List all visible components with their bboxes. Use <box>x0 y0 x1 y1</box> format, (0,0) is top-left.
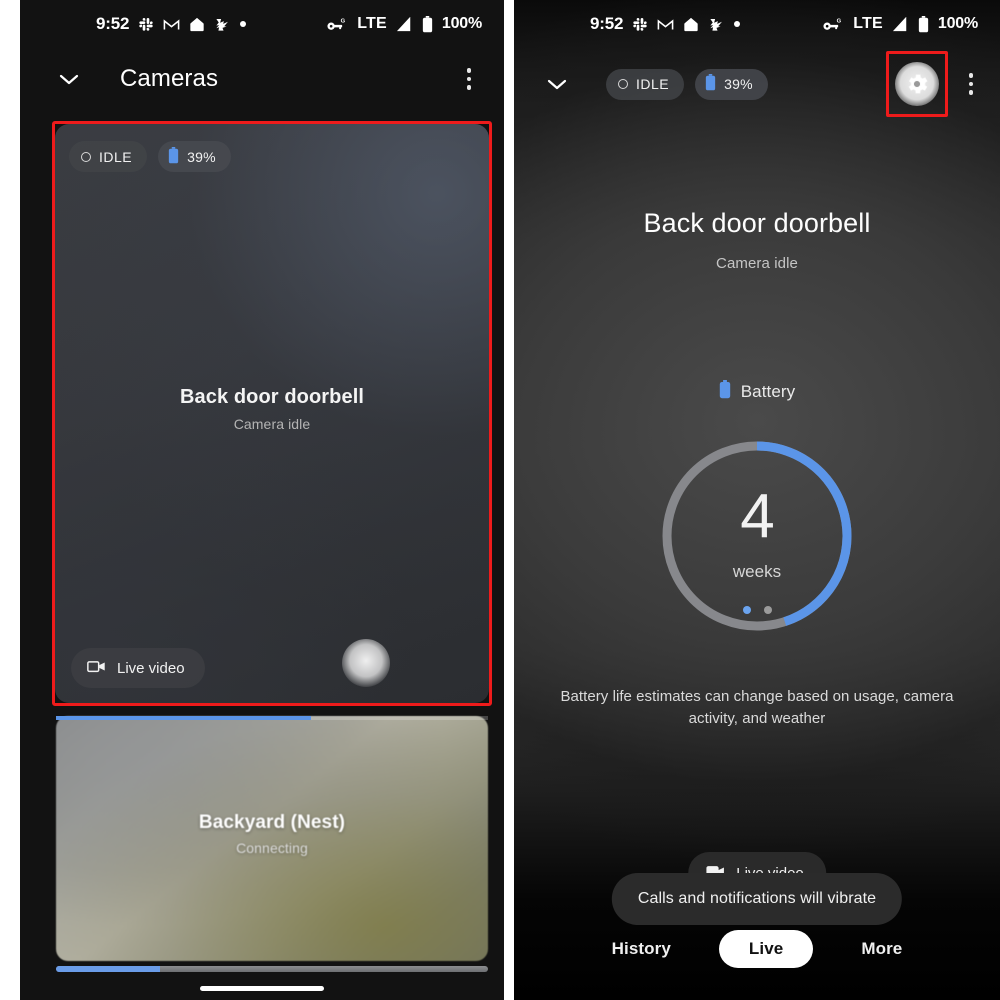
status-bar-clock-2: 9:52 <box>590 14 624 33</box>
svg-text:G: G <box>341 19 346 25</box>
left-phone-screen: 9:52 G LTE 100% Cameras IDLE 39% Back do… <box>20 0 504 1000</box>
battery-badge-label-2: 39% <box>724 76 753 92</box>
app-icon <box>214 17 231 32</box>
battery-icon <box>168 146 179 167</box>
battery-weeks-unit: weeks <box>732 562 782 581</box>
status-badge-label: IDLE <box>99 148 133 165</box>
home-indicator[interactable] <box>200 986 324 991</box>
tap-indicator-dot <box>342 639 390 687</box>
page-scroll-progress[interactable] <box>56 966 488 972</box>
kebab-menu-icon[interactable] <box>958 69 984 99</box>
camera-card-2-center-text: Backyard (Nest) Connecting <box>56 812 488 856</box>
camera-status-2: Connecting <box>236 840 308 856</box>
battery-percent-label: 100% <box>441 15 482 32</box>
signal-icon <box>892 16 909 32</box>
battery-note: Battery life estimates can change based … <box>560 688 954 727</box>
battery-life-ring: 4 weeks <box>657 436 857 636</box>
status-bar-left-group-2: 9:52 <box>532 14 741 34</box>
status-badge-idle-2: IDLE <box>606 68 685 100</box>
idle-circle-icon <box>618 79 628 89</box>
right-app-bar: IDLE 39% <box>514 48 1000 120</box>
status-badge-label-2: IDLE <box>636 76 670 92</box>
signal-icon <box>396 16 413 32</box>
nav-item-more[interactable]: More <box>857 933 906 965</box>
battery-heading-label: Battery <box>740 382 796 401</box>
settings-button[interactable] <box>886 51 948 117</box>
camera-status: Camera idle <box>233 416 311 432</box>
camera-card-backyard-nest[interactable]: Backyard (Nest) Connecting <box>56 716 488 961</box>
battery-ring-center: 4 weeks <box>657 486 857 582</box>
screenshot-root: 9:52 G LTE 100% Cameras IDLE 39% Back do… <box>0 0 1000 1000</box>
gmail-icon <box>657 18 674 31</box>
pager-dot-2[interactable] <box>763 606 772 614</box>
left-app-bar: Cameras <box>20 48 504 110</box>
right-panel-content: 9:52 G LTE 100% IDLE 39% Back door doorb… <box>514 0 1000 968</box>
status-bar-left-group: 9:52 <box>38 14 247 34</box>
battery-icon <box>422 15 433 33</box>
live-video-label: Live video <box>117 659 185 677</box>
chevron-down-icon[interactable] <box>56 66 82 92</box>
camera-card-back-door-doorbell[interactable]: IDLE 39% Back door doorbell Camera idle <box>55 124 489 703</box>
slack-icon <box>138 16 154 32</box>
battery-icon <box>705 74 716 94</box>
battery-icon <box>918 15 929 33</box>
battery-badge-2: 39% <box>695 68 768 100</box>
status-bar-right-group-2: G LTE 100% <box>822 15 978 33</box>
camera-card-2-progress-bar <box>56 716 488 720</box>
bottom-navigation: History Live More <box>514 930 1000 968</box>
gmail-icon <box>163 18 180 31</box>
dot-icon <box>240 21 247 27</box>
svg-text:G: G <box>837 19 842 25</box>
battery-badge-label: 39% <box>187 148 216 165</box>
right-phone-screen: 9:52 G LTE 100% IDLE 39% Back door doorb… <box>514 0 1000 1000</box>
battery-weeks-value: 4 <box>740 482 774 551</box>
status-bar-clock: 9:52 <box>96 14 130 33</box>
panel-divider <box>504 0 514 1000</box>
camera-card-center-text: Back door doorbell Camera idle <box>55 386 489 432</box>
pager-dots <box>657 606 857 614</box>
chevron-down-icon[interactable] <box>544 71 570 97</box>
video-camera-icon <box>87 660 106 677</box>
nav-item-history[interactable]: History <box>608 933 675 965</box>
idle-circle-icon <box>81 151 91 162</box>
nest-home-icon <box>683 17 699 32</box>
status-bar-right: 9:52 G LTE 100% <box>514 0 1000 48</box>
key-g-icon: G <box>822 17 844 31</box>
camera-name: Back door doorbell <box>179 386 365 408</box>
slack-icon <box>632 16 648 32</box>
dot-icon <box>734 21 741 27</box>
device-title: Back door doorbell <box>643 208 871 238</box>
battery-section-heading: Battery <box>514 380 1000 404</box>
status-badge-idle: IDLE <box>69 141 148 172</box>
battery-percent-label-2: 100% <box>937 15 978 32</box>
key-g-icon: G <box>326 17 348 31</box>
nav-item-live[interactable]: Live <box>718 930 814 968</box>
kebab-menu-icon[interactable] <box>456 64 482 94</box>
gear-icon <box>895 62 939 106</box>
battery-icon <box>719 380 731 404</box>
app-icon <box>708 17 725 32</box>
network-type-label-2: LTE <box>853 15 883 32</box>
network-type-label: LTE <box>357 15 387 32</box>
nest-home-icon <box>189 17 205 32</box>
battery-badge: 39% <box>158 141 231 172</box>
status-bar-left: 9:52 G LTE 100% <box>20 0 504 48</box>
status-bar-right-group: G LTE 100% <box>326 15 482 33</box>
toast-message: Calls and notifications will vibrate <box>611 873 903 925</box>
right-app-bar-badges: IDLE 39% <box>606 68 768 100</box>
device-status: Camera idle <box>716 255 798 272</box>
pager-dot-1[interactable] <box>742 606 751 614</box>
page-title: Cameras <box>120 65 219 92</box>
live-video-button[interactable]: Live video <box>71 648 205 688</box>
camera-card-badges: IDLE 39% <box>69 141 231 172</box>
camera-name-2: Backyard (Nest) <box>198 812 346 833</box>
